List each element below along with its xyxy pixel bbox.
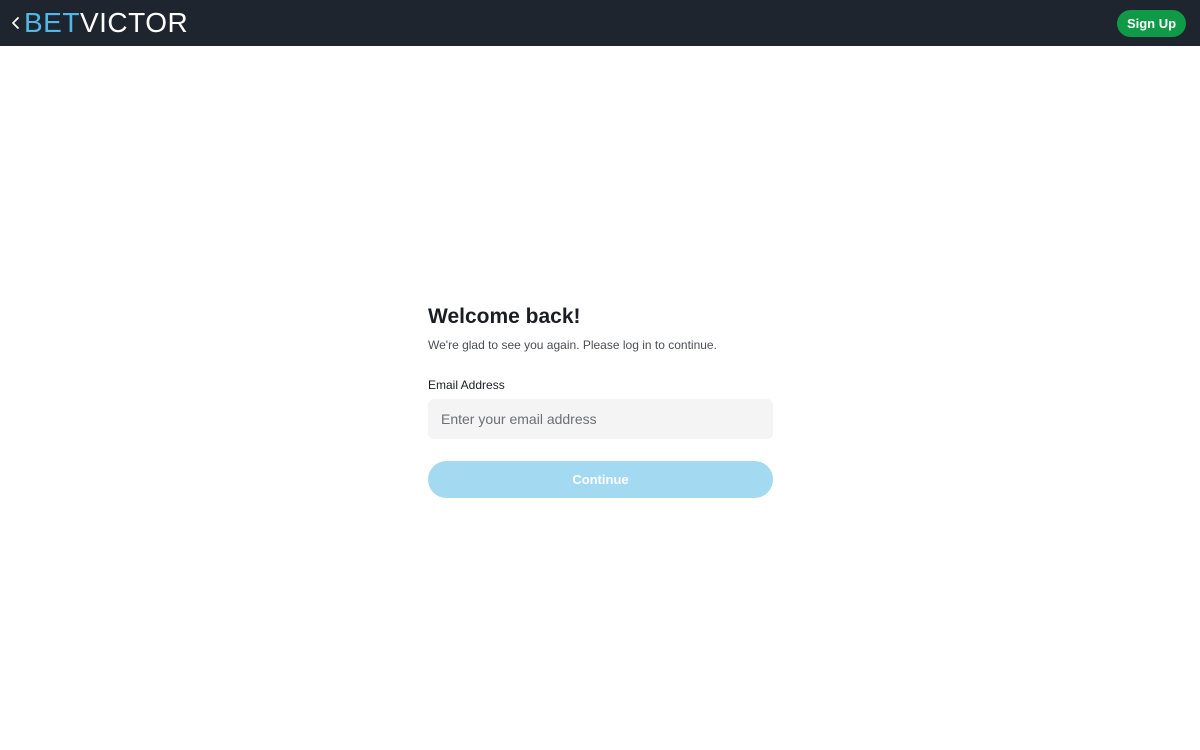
betvictor-logo[interactable]: BETVICTOR — [24, 7, 188, 39]
page-subtitle: We're glad to see you again. Please log … — [428, 338, 717, 352]
email-label: Email Address — [428, 378, 505, 392]
email-field[interactable] — [428, 399, 773, 439]
continue-button[interactable]: Continue — [428, 461, 773, 498]
sign-up-button[interactable]: Sign Up — [1117, 10, 1186, 37]
top-bar: BETVICTOR Sign Up — [0, 0, 1200, 46]
logo-victor: VICTOR — [79, 7, 189, 38]
page-title: Welcome back! — [428, 305, 581, 328]
logo-bet: BET — [24, 7, 80, 38]
chevron-left-icon[interactable] — [9, 13, 23, 33]
login-panel: Welcome back! We're glad to see you agai… — [428, 304, 773, 498]
